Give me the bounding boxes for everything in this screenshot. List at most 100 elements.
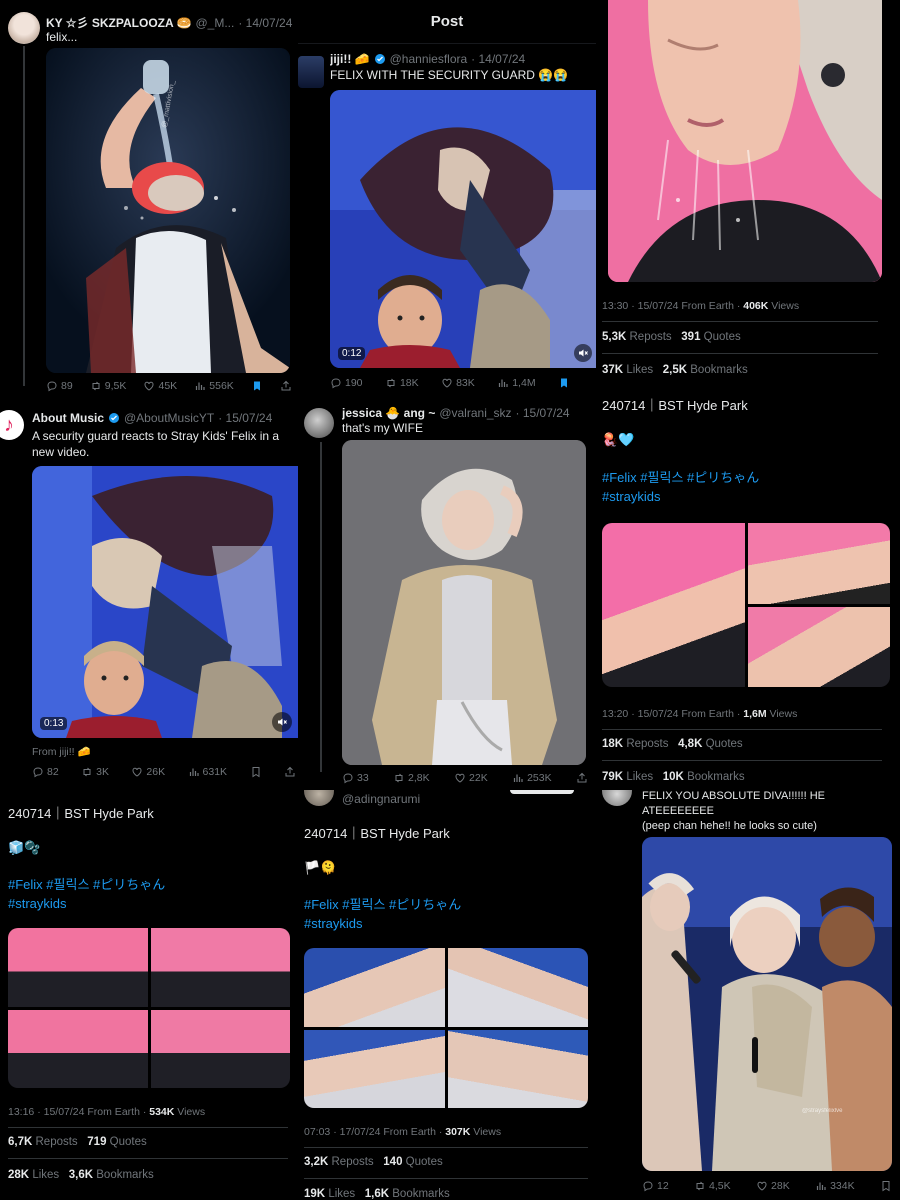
grid-photo-1[interactable] xyxy=(602,523,745,687)
reply-button[interactable]: 12 xyxy=(642,1180,669,1192)
hashtag-link[interactable]: #Felix #필릭스 #ピリちゃん xyxy=(304,897,461,912)
views-button[interactable]: 1,4M xyxy=(497,377,536,389)
post-date[interactable]: · 15/07/24 xyxy=(218,411,272,425)
avatar[interactable] xyxy=(298,56,324,88)
bookmarks-link[interactable]: 3,6K Bookmarks xyxy=(69,1169,154,1181)
avatar[interactable] xyxy=(304,790,334,806)
grid-photo-3[interactable] xyxy=(8,1009,148,1088)
avatar[interactable] xyxy=(8,12,40,44)
views-button[interactable]: 556K xyxy=(194,380,234,392)
time-text: 13:30 · 15/07/24 From Earth · xyxy=(602,300,741,312)
grid-photo-3[interactable] xyxy=(304,1029,445,1108)
views-button[interactable]: 334K xyxy=(815,1180,855,1192)
repost-button[interactable]: 3K xyxy=(81,766,109,778)
repost-button[interactable]: 18K xyxy=(385,377,419,389)
likes-count: 28K xyxy=(8,1169,30,1181)
views-count: 406K xyxy=(743,300,769,312)
post-date[interactable]: · 15/07/24 xyxy=(516,406,570,420)
author-name[interactable]: About Music xyxy=(32,411,104,425)
author-name[interactable]: jessica 🐣 ang ~ xyxy=(342,406,435,420)
hashtag-link[interactable]: #straykids xyxy=(304,916,363,931)
like-icon xyxy=(454,772,466,784)
reply-button[interactable]: 190 xyxy=(330,377,363,389)
bookmarks-link[interactable]: 1,6K Bookmarks xyxy=(365,1188,450,1200)
author-name[interactable]: jiji!! 🧀 xyxy=(330,52,370,66)
author-handle[interactable]: @adingnarumi xyxy=(342,792,420,806)
bookmark-button[interactable] xyxy=(250,766,262,778)
reply-button[interactable]: 89 xyxy=(46,380,73,392)
views-button[interactable]: 631K xyxy=(188,766,227,778)
post-timestamp[interactable]: 07:03 · 17/07/24 From Earth · 307K Views xyxy=(304,1126,501,1138)
reposts-link[interactable]: 6,7K Reposts xyxy=(8,1136,78,1148)
tweet-photo[interactable] xyxy=(342,440,586,765)
bookmarks-link[interactable]: 2,5K Bookmarks xyxy=(663,364,748,376)
avatar[interactable] xyxy=(304,408,334,438)
repost-button[interactable]: 9,5K xyxy=(90,380,126,392)
reposts-link[interactable]: 5,3K Reposts xyxy=(602,331,672,343)
share-button[interactable] xyxy=(576,772,588,784)
tweet-photo[interactable] xyxy=(608,0,882,282)
grid-photo-2[interactable] xyxy=(747,523,890,604)
likes-link[interactable]: 19K Likes xyxy=(304,1188,355,1200)
avatar[interactable]: ♪ xyxy=(0,410,24,440)
reply-button[interactable]: 82 xyxy=(32,766,59,778)
like-button[interactable]: 83K xyxy=(441,377,475,389)
like-button[interactable]: 22K xyxy=(454,772,488,784)
post-date[interactable]: · 14/07/24 xyxy=(471,52,525,66)
hashtag-link[interactable]: #Felix #필릭스 #ピリちゃん xyxy=(8,877,165,892)
repost-button[interactable]: 2,8K xyxy=(393,772,430,784)
video-source[interactable]: From jiji!! 🧀 xyxy=(32,744,91,760)
avatar[interactable] xyxy=(602,790,632,806)
share-button[interactable] xyxy=(284,766,296,778)
bookmark-button[interactable] xyxy=(880,1180,892,1192)
tweet-video[interactable]: 0:12 xyxy=(330,90,596,368)
quotes-link[interactable]: 391 Quotes xyxy=(681,331,740,343)
divider xyxy=(602,729,882,730)
bookmark-button[interactable] xyxy=(251,380,263,392)
post-timestamp[interactable]: 13:20 · 15/07/24 From Earth · 1,6M Views xyxy=(602,708,797,720)
grid-photo-2[interactable] xyxy=(150,928,290,1007)
like-button[interactable]: 45K xyxy=(143,380,177,392)
hashtag-link[interactable]: #Felix #필릭스 #ピリちゃん xyxy=(602,470,759,485)
author-handle[interactable]: @hanniesflora xyxy=(390,52,468,66)
quotes-link[interactable]: 140 Quotes xyxy=(383,1156,442,1168)
grid-photo-2[interactable] xyxy=(447,948,588,1027)
like-button[interactable]: 28K xyxy=(756,1180,790,1192)
repost-button[interactable]: 4,5K xyxy=(694,1180,731,1192)
like-count: 83K xyxy=(456,377,475,389)
views-button[interactable]: 253K xyxy=(512,772,552,784)
security-guard-video-frame xyxy=(32,466,298,738)
likes-link[interactable]: 28K Likes xyxy=(8,1169,59,1181)
quotes-count: 391 xyxy=(681,331,701,343)
follow-button[interactable] xyxy=(510,790,574,794)
post-timestamp[interactable]: 13:16 · 15/07/24 From Earth · 534K Views xyxy=(8,1106,205,1118)
grid-photo-1[interactable] xyxy=(8,928,148,1007)
mute-button[interactable] xyxy=(272,712,292,732)
bookmarks-link[interactable]: 10K Bookmarks xyxy=(663,771,745,783)
hashtag-link[interactable]: #straykids xyxy=(602,489,661,504)
mute-button[interactable] xyxy=(574,344,592,362)
reposts-link[interactable]: 3,2K Reposts xyxy=(304,1156,374,1168)
likes-link[interactable]: 79K Likes xyxy=(602,771,653,783)
author-handle[interactable]: @valrani_skz xyxy=(439,406,511,420)
quotes-link[interactable]: 4,8K Quotes xyxy=(678,738,743,750)
author-handle[interactable]: @_M... xyxy=(195,16,234,30)
reposts-link[interactable]: 18K Reposts xyxy=(602,738,669,750)
share-button[interactable] xyxy=(280,380,292,392)
grid-photo-3[interactable] xyxy=(747,606,890,687)
like-button[interactable]: 26K xyxy=(131,766,165,778)
tweet-video[interactable]: 0:13 xyxy=(32,466,298,738)
bookmark-button[interactable] xyxy=(558,377,570,389)
quotes-link[interactable]: 719 Quotes xyxy=(87,1136,146,1148)
grid-photo-1[interactable] xyxy=(304,948,445,1027)
post-timestamp[interactable]: 13:30 · 15/07/24 From Earth · 406K Views xyxy=(602,300,799,312)
grid-photo-4[interactable] xyxy=(447,1029,588,1108)
reply-button[interactable]: 33 xyxy=(342,772,369,784)
likes-link[interactable]: 37K Likes xyxy=(602,364,653,376)
tweet-photo[interactable]: @straysfelixlve xyxy=(642,837,892,1171)
post-date[interactable]: · 14/07/24 xyxy=(238,16,292,30)
author-handle[interactable]: @AboutMusicYT xyxy=(124,411,214,425)
hashtag-link[interactable]: #straykids xyxy=(8,896,67,911)
tweet-photo[interactable]: @_mattivision_ xyxy=(46,48,290,373)
grid-photo-4[interactable] xyxy=(150,1009,290,1088)
